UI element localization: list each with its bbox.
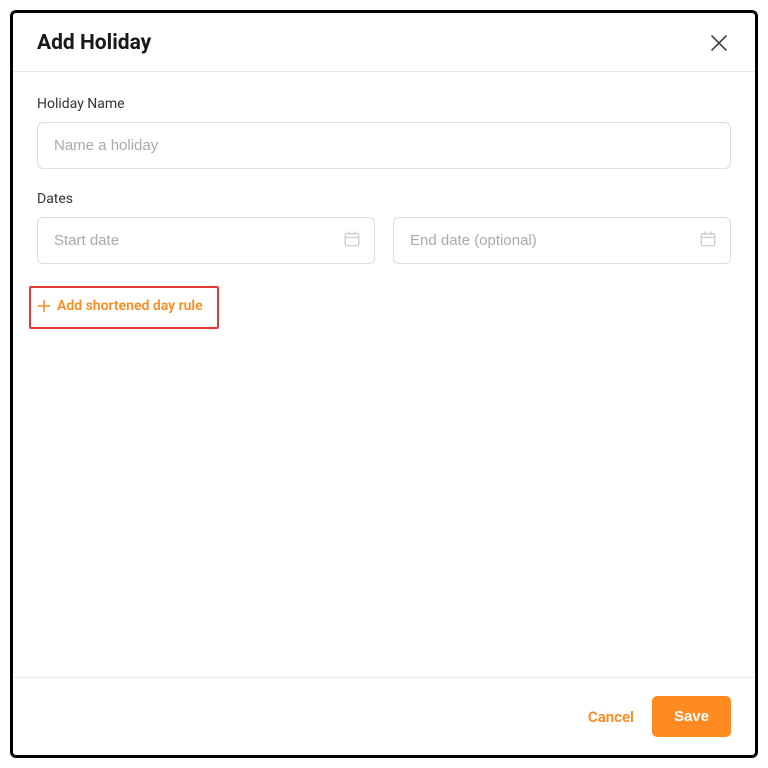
add-rule-label: Add shortened day rule [57, 298, 203, 314]
dates-label: Dates [37, 191, 731, 207]
holiday-name-label: Holiday Name [37, 96, 731, 112]
start-date-wrap [37, 217, 375, 264]
holiday-name-input[interactable] [37, 122, 731, 169]
start-date-input[interactable] [37, 217, 375, 264]
modal-body: Holiday Name Dates [13, 72, 755, 677]
dates-row [37, 217, 731, 264]
close-button[interactable] [707, 31, 731, 55]
save-button[interactable]: Save [652, 696, 731, 737]
highlight-annotation: Add shortened day rule [29, 286, 219, 329]
close-icon [709, 33, 729, 53]
modal-footer: Cancel Save [13, 677, 755, 755]
modal-title: Add Holiday [37, 31, 151, 55]
modal-header: Add Holiday [13, 13, 755, 72]
end-date-input[interactable] [393, 217, 731, 264]
add-shortened-day-rule-link[interactable]: Add shortened day rule [37, 298, 203, 314]
add-rule-row: Add shortened day rule [37, 286, 731, 329]
holiday-name-group: Holiday Name [37, 96, 731, 169]
dates-group: Dates [37, 191, 731, 264]
cancel-button[interactable]: Cancel [588, 708, 634, 726]
plus-icon [37, 299, 51, 313]
modal-dialog: Add Holiday Holiday Name Dates [10, 10, 758, 758]
end-date-wrap [393, 217, 731, 264]
